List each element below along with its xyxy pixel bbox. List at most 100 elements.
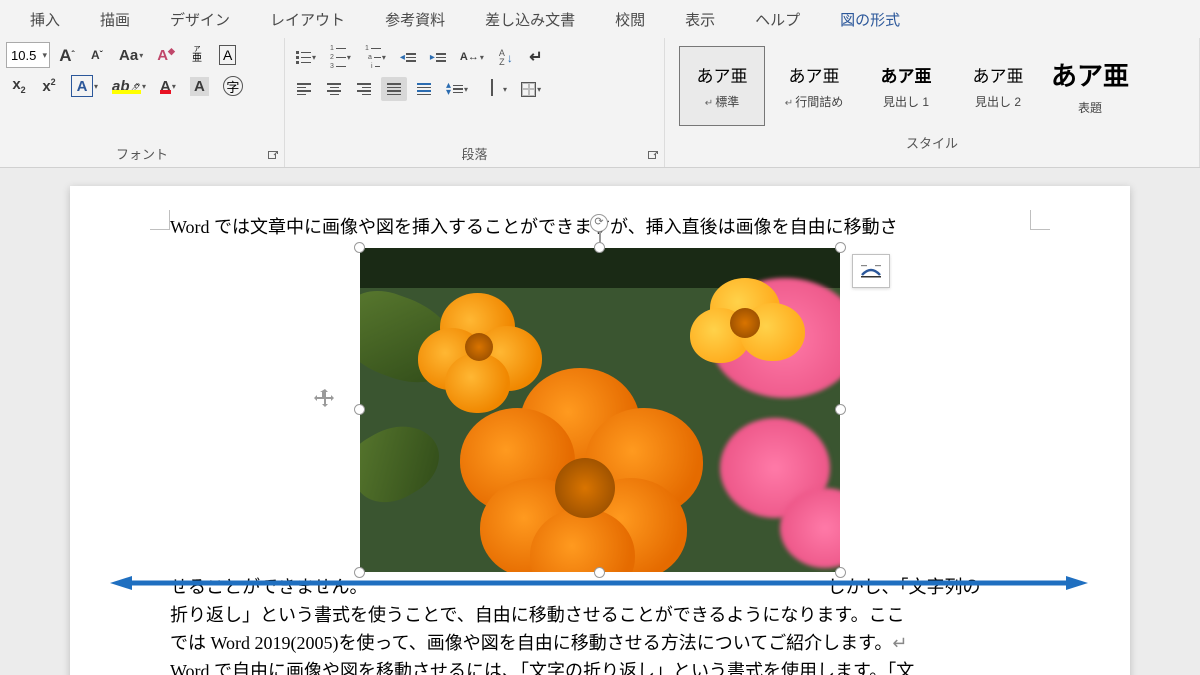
style-item[interactable]: あア亜見出し 1 — [863, 46, 949, 126]
chevron-down-icon: ▾ — [312, 53, 316, 62]
chevron-down-icon: ▾ — [382, 53, 386, 62]
resize-handle[interactable] — [354, 567, 365, 578]
style-preview: あア亜 — [697, 62, 748, 87]
text-effects-button[interactable]: A▾ — [66, 72, 103, 100]
numbering-button[interactable]: 123▾ — [325, 42, 356, 73]
justify-button[interactable] — [381, 77, 407, 101]
shrink-font-button[interactable]: Aˇ — [84, 43, 110, 67]
bullets-icon — [296, 51, 311, 64]
dialog-launcher-icon[interactable] — [646, 149, 660, 163]
resize-handle[interactable] — [354, 404, 365, 415]
resize-handle[interactable] — [835, 567, 846, 578]
layout-options-icon — [859, 262, 883, 280]
style-item[interactable]: あア亜↵行間詰め — [771, 46, 857, 126]
increase-indent-button[interactable]: ▸ — [425, 46, 451, 70]
align-left-button[interactable] — [291, 77, 317, 101]
resize-handle[interactable] — [835, 242, 846, 253]
layout-options-button[interactable] — [852, 254, 890, 288]
style-preview: あア亜 — [973, 62, 1024, 87]
text-line: Word で自由に画像や図を移動させるには、「文字の折り返し」という書式を使用し… — [170, 658, 1030, 675]
body-text[interactable]: Word では文章中に画像や図を挿入することができますが、挿入直後は画像を自由に… — [170, 214, 1030, 675]
sort-button[interactable]: AZ↓ — [493, 46, 519, 70]
chevron-down-icon: ▾ — [464, 85, 468, 94]
ribbon: 10.5 ▾ Aˆ Aˇ Aa▾ A◆ ア亜 A x2 x2 A▾ ab🖊▾ A… — [0, 38, 1200, 168]
borders-icon — [521, 82, 536, 97]
multilevel-list-button[interactable]: 1ai▾ — [360, 42, 391, 73]
distributed-button[interactable] — [411, 77, 437, 101]
chevron-down-icon: ▾ — [94, 82, 98, 91]
styles-gallery[interactable]: あア亜↵標準あア亜↵行間詰めあア亜見出し 1あア亜見出し 2あア亜表題 — [671, 42, 1193, 130]
style-caption: ↵行間詰め — [785, 93, 843, 110]
tab-view[interactable]: 表示 — [665, 3, 735, 36]
paint-bucket-icon — [482, 80, 502, 98]
bullets-button[interactable]: ▾ — [291, 46, 321, 70]
chevron-down-icon: ▾ — [503, 85, 507, 94]
style-preview: あア亜 — [1051, 56, 1129, 93]
text-line: では Word 2019(2005)を使って、画像や図を自由に移動させる方法につ… — [170, 630, 1030, 658]
show-hide-marks-button[interactable]: ↵ — [523, 46, 549, 70]
tab-design[interactable]: デザイン — [150, 3, 250, 36]
superscript-button[interactable]: x2 — [36, 74, 62, 98]
sort-icon: AZ↓ — [499, 49, 513, 65]
phonetic-guide-button[interactable]: ア亜 — [184, 43, 210, 67]
style-item[interactable]: あア亜見出し 2 — [955, 46, 1041, 126]
style-caption: 見出し 2 — [975, 93, 1021, 110]
line-spacing-button[interactable]: ▴▾▾ — [441, 77, 473, 101]
font-size-combo[interactable]: 10.5 ▾ — [6, 42, 50, 68]
indent-icon: ▸ — [430, 52, 446, 63]
change-case-button[interactable]: Aa▾ — [114, 43, 148, 67]
grow-font-button[interactable]: Aˆ — [54, 43, 80, 67]
document-area: Word では文章中に画像や図を挿入することができますが、挿入直後は画像を自由に… — [0, 168, 1200, 675]
inserted-image[interactable] — [360, 248, 840, 572]
align-left-icon — [297, 83, 311, 95]
style-caption: 見出し 1 — [883, 93, 929, 110]
tab-draw[interactable]: 描画 — [80, 3, 150, 36]
tab-insert[interactable]: 挿入 — [10, 3, 80, 36]
tab-help[interactable]: ヘルプ — [735, 3, 820, 36]
justify-icon — [387, 83, 401, 95]
font-color-button[interactable]: A▾ — [155, 74, 181, 98]
borders-button[interactable]: ▾ — [516, 77, 546, 101]
tab-review[interactable]: 校閲 — [595, 3, 665, 36]
clear-formatting-button[interactable]: A◆ — [152, 43, 180, 67]
tab-picture-format[interactable]: 図の形式 — [820, 3, 920, 36]
image-selection[interactable]: ⟳ — [360, 248, 840, 572]
tab-layout[interactable]: レイアウト — [250, 3, 365, 36]
font-size-value: 10.5 — [11, 48, 36, 63]
style-preview: あア亜 — [881, 62, 932, 87]
subscript-button[interactable]: x2 — [6, 74, 32, 98]
highlight-button[interactable]: ab🖊▾ — [107, 74, 151, 98]
rotate-handle[interactable]: ⟳ — [590, 214, 610, 234]
group-label-font: フォント — [6, 141, 278, 167]
style-item[interactable]: あア亜表題 — [1047, 46, 1133, 126]
tab-mailings[interactable]: 差し込み文書 — [465, 3, 595, 36]
character-shading-button[interactable]: A — [185, 74, 214, 99]
decrease-indent-button[interactable]: ◂ — [395, 46, 421, 70]
group-styles: あア亜↵標準あア亜↵行間詰めあア亜見出し 1あア亜見出し 2あア亜表題 スタイル — [665, 38, 1200, 167]
character-border-button[interactable]: A — [214, 42, 241, 68]
align-right-button[interactable] — [351, 77, 377, 101]
text-line: せることができません。しかし、「文字列の — [170, 574, 1030, 602]
chevron-down-icon: ▾ — [139, 51, 143, 60]
chevron-down-icon: ▾ — [480, 53, 484, 62]
page[interactable]: Word では文章中に画像や図を挿入することができますが、挿入直後は画像を自由に… — [70, 186, 1130, 675]
shading-button[interactable]: ▾ — [477, 77, 512, 101]
group-label-styles: スタイル — [671, 130, 1193, 156]
dialog-launcher-icon[interactable] — [266, 149, 280, 163]
margin-marker — [150, 210, 170, 230]
asian-layout-button[interactable]: A↔▾ — [455, 46, 489, 70]
chevron-down-icon: ▾ — [42, 50, 47, 61]
group-label-paragraph: 段落 — [291, 141, 658, 167]
resize-handle[interactable] — [835, 404, 846, 415]
chevron-down-icon: ▾ — [172, 82, 176, 91]
margin-marker — [1030, 210, 1050, 230]
resize-handle[interactable] — [594, 242, 605, 253]
resize-handle[interactable] — [594, 567, 605, 578]
align-right-icon — [357, 83, 371, 95]
enclose-characters-button[interactable]: 字 — [218, 73, 248, 99]
style-item[interactable]: あア亜↵標準 — [679, 46, 765, 126]
numbering-icon: 123 — [330, 45, 346, 70]
resize-handle[interactable] — [354, 242, 365, 253]
align-center-button[interactable] — [321, 77, 347, 101]
tab-references[interactable]: 参考資料 — [365, 3, 465, 36]
